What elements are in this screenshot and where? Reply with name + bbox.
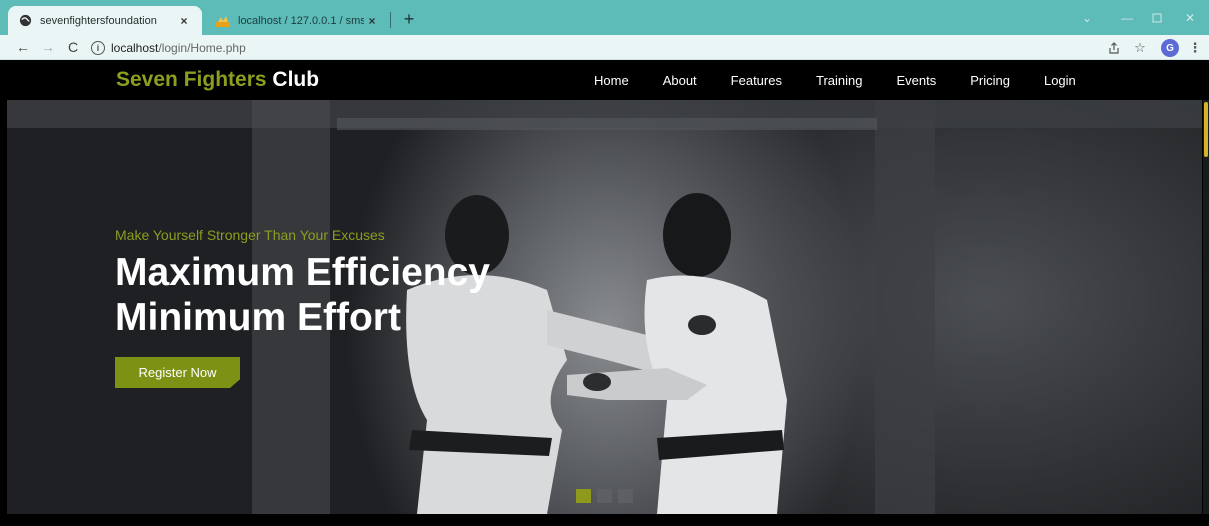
nav-events[interactable]: Events [896, 73, 936, 88]
slider-pagination [576, 489, 639, 503]
hero-headline: Maximum Efficiency Minimum Effort [115, 250, 490, 340]
profile-avatar[interactable]: G [1161, 39, 1179, 57]
close-tab-icon[interactable]: × [364, 14, 380, 28]
phpmyadmin-icon [216, 14, 230, 28]
tab-title: localhost / 127.0.0.1 / sms / login [238, 14, 364, 27]
share-icon[interactable] [1105, 39, 1123, 57]
hero-headline-line2: Minimum Effort [115, 296, 401, 339]
page-scrollbar-thumb[interactable] [1204, 102, 1208, 157]
restore-icon[interactable] [1147, 9, 1167, 27]
tab-title: sevenfightersfoundation [40, 14, 157, 27]
new-tab-plus-icon[interactable]: + [398, 8, 420, 30]
hero-headline-line1: Maximum Efficiency [115, 251, 490, 294]
browser-tabstrip: sevenfightersfoundation × localhost / 12… [0, 0, 1209, 35]
slider-dot-1[interactable] [576, 489, 591, 503]
nav-features[interactable]: Features [731, 73, 782, 88]
nav-pricing[interactable]: Pricing [970, 73, 1010, 88]
register-now-button[interactable]: Register Now [115, 357, 240, 388]
browser-tab-active[interactable]: sevenfightersfoundation × [8, 6, 202, 35]
nav-login[interactable]: Login [1044, 73, 1076, 88]
address-bar[interactable]: i localhost/login/Home.php [91, 38, 1091, 57]
close-window-icon[interactable]: ✕ [1180, 9, 1200, 27]
browser-toolbar: ← → C i localhost/login/Home.php ☆ G ⋮ [0, 35, 1209, 60]
minimize-icon[interactable]: — [1117, 9, 1137, 27]
nav-about[interactable]: About [663, 73, 697, 88]
page-scrollbar-track[interactable] [1203, 100, 1209, 514]
nav-training[interactable]: Training [816, 73, 862, 88]
main-menu: Home About Features Training Events Pric… [594, 61, 1110, 100]
hero-slider: Make Yourself Stronger Than Your Excuses… [7, 100, 1202, 514]
brand-name-club: Club [272, 68, 320, 91]
page-bottom-edge [0, 514, 1209, 526]
site-info-icon[interactable]: i [91, 40, 105, 55]
bookmark-star-icon[interactable]: ☆ [1131, 39, 1149, 57]
brand-name-accent: Seven Fighters [116, 68, 267, 91]
url-path: /login/Home.php [158, 40, 246, 55]
slider-dot-3[interactable] [618, 489, 633, 503]
tab-separator [390, 12, 391, 28]
url-host: localhost [111, 40, 159, 55]
forward-arrow-icon[interactable]: → [39, 38, 57, 56]
site-logo[interactable]: Seven Fighters Club [116, 68, 319, 92]
reload-icon[interactable]: C [64, 38, 82, 56]
tab-search-chevron-icon[interactable]: ⌄ [1077, 9, 1097, 27]
slider-dot-2[interactable] [597, 489, 612, 503]
back-arrow-icon[interactable]: ← [14, 38, 32, 56]
site-header: Seven Fighters Club Home About Features … [0, 61, 1209, 100]
close-tab-icon[interactable]: × [176, 14, 192, 28]
globe-icon [18, 14, 32, 28]
browser-tab-inactive[interactable]: localhost / 127.0.0.1 / sms / login × [206, 6, 390, 35]
nav-home[interactable]: Home [594, 73, 629, 88]
hero-tagline: Make Yourself Stronger Than Your Excuses [115, 227, 385, 243]
menu-kebab-icon[interactable]: ⋮ [1186, 39, 1204, 57]
